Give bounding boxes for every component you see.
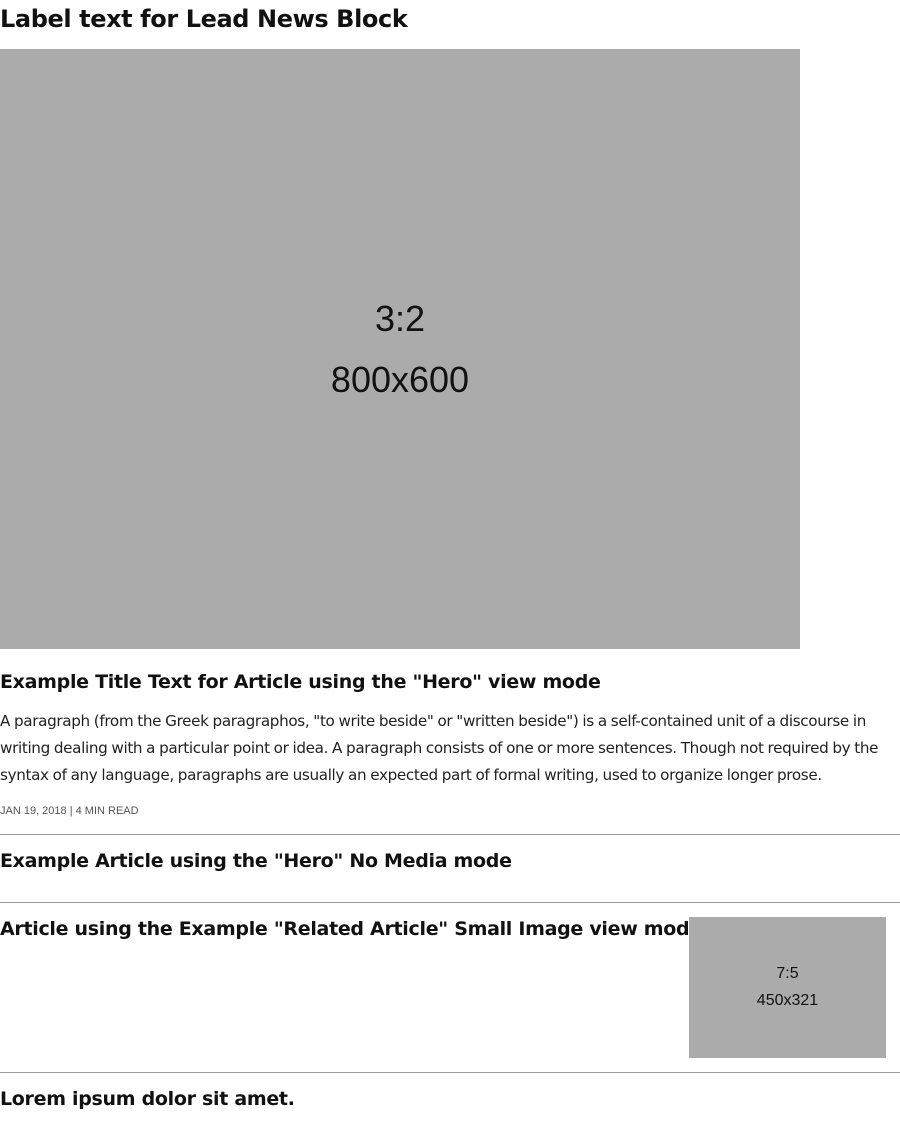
related-article-title-link[interactable]: Article using the Example "Related Artic… bbox=[0, 915, 709, 943]
article-divider bbox=[0, 902, 900, 903]
article-divider bbox=[0, 1072, 900, 1073]
hero-article-summary: A paragraph (from the Greek paragraphos,… bbox=[0, 712, 879, 784]
article-divider bbox=[0, 834, 900, 835]
hero-article-title-link[interactable]: Example Title Text for Article using the… bbox=[0, 668, 601, 696]
hero-no-media-article-title-link[interactable]: Example Article using the "Hero" No Medi… bbox=[0, 847, 512, 875]
hero-article-meta: JAN 19, 2018 | 4 MIN READ bbox=[0, 805, 139, 817]
hero-image-dimensions: 800x600 bbox=[330, 359, 470, 400]
related-image-dimensions: 450x321 bbox=[756, 992, 819, 1009]
related-article-image-placeholder[interactable]: 7:5 450x321 bbox=[689, 917, 886, 1058]
related-image-ratio: 7:5 bbox=[776, 965, 799, 982]
lead-news-block-label: Label text for Lead News Block bbox=[0, 5, 408, 33]
hero-image-placeholder[interactable]: 3:2 800x600 bbox=[0, 49, 800, 649]
lorem-article-title-link[interactable]: Lorem ipsum dolor sit amet. bbox=[0, 1085, 295, 1113]
hero-image-ratio: 3:2 bbox=[374, 298, 426, 339]
